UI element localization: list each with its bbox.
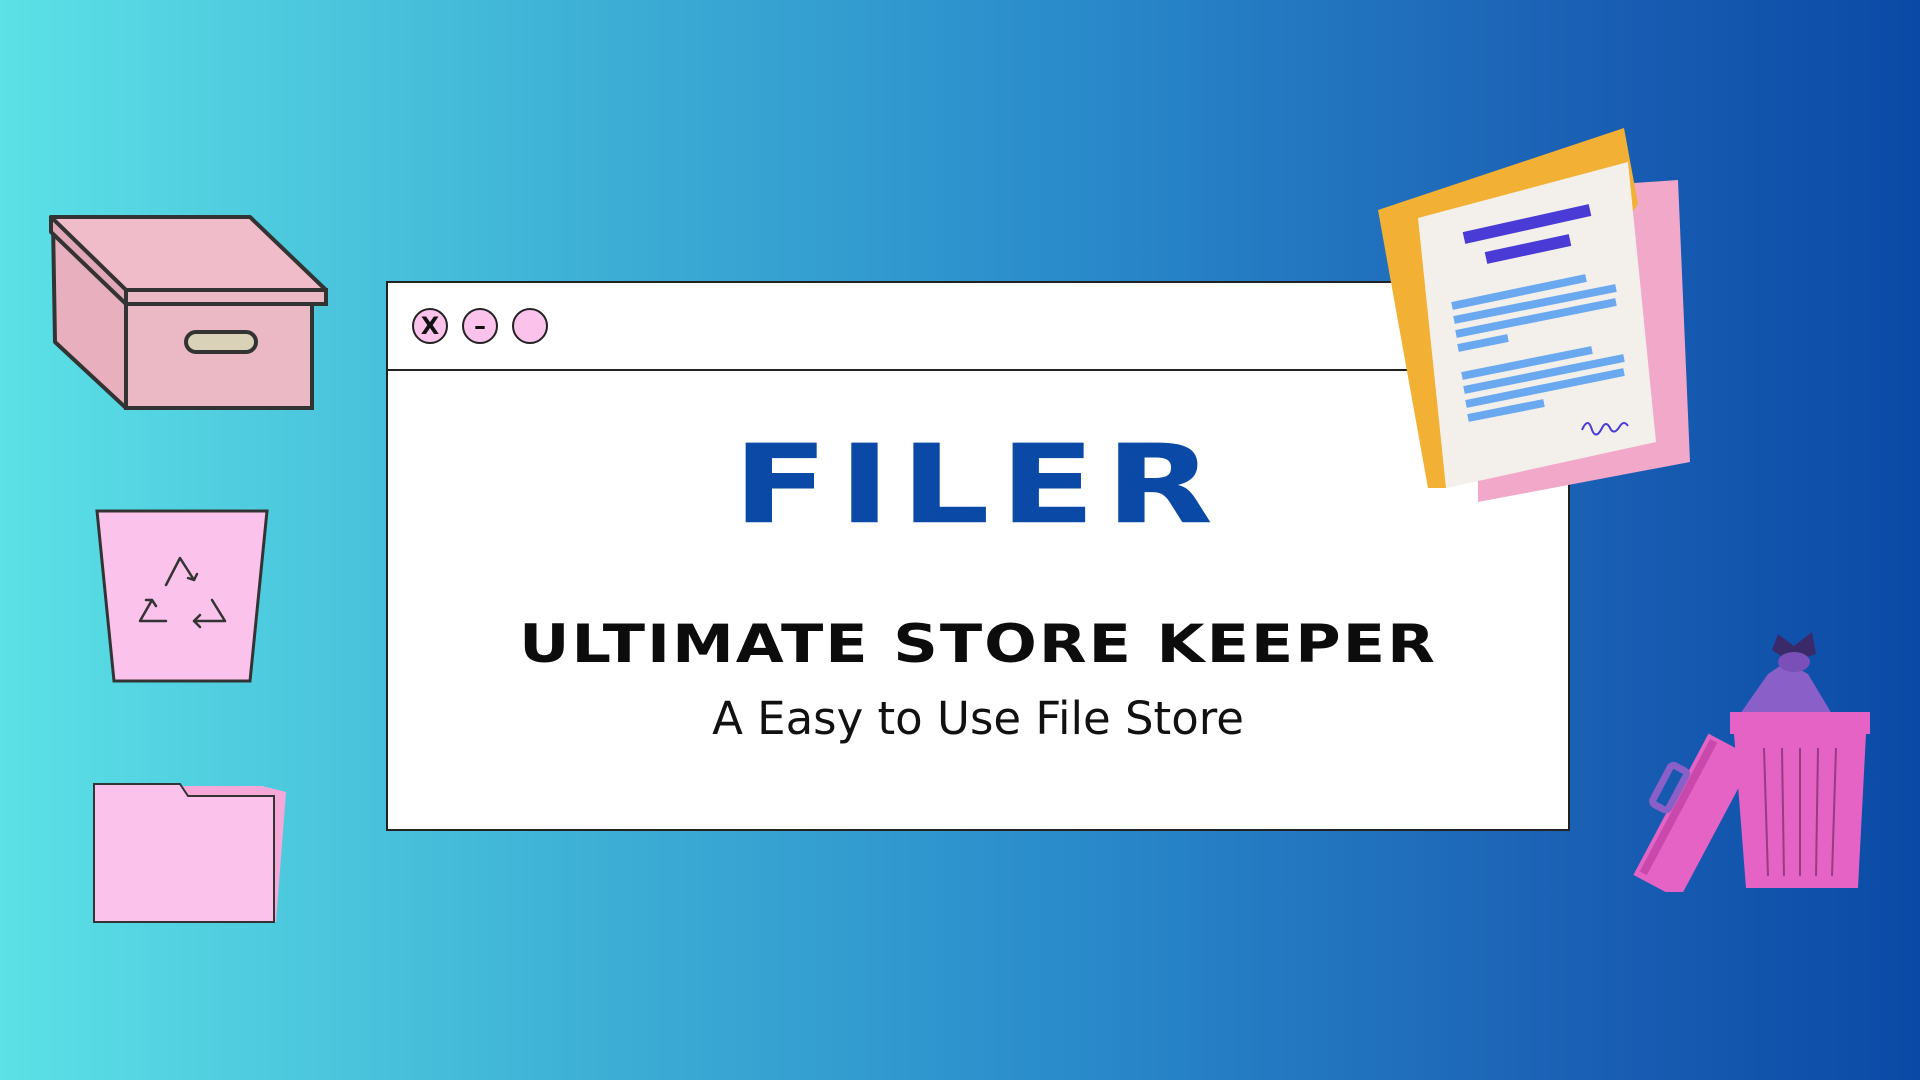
close-button[interactable]: X: [412, 308, 448, 344]
minimize-button[interactable]: –: [462, 308, 498, 344]
maximize-button[interactable]: [512, 308, 548, 344]
document-icon: [1378, 128, 1690, 502]
folder-icon: [93, 783, 286, 923]
trash-can-icon: [1633, 632, 1870, 892]
storage-box-icon: [49, 215, 328, 410]
app-tagline: A Easy to Use File Store: [712, 692, 1244, 745]
recycle-bin-icon: [95, 509, 269, 683]
app-subtitle: ULTIMATE STORE KEEPER: [519, 612, 1437, 675]
